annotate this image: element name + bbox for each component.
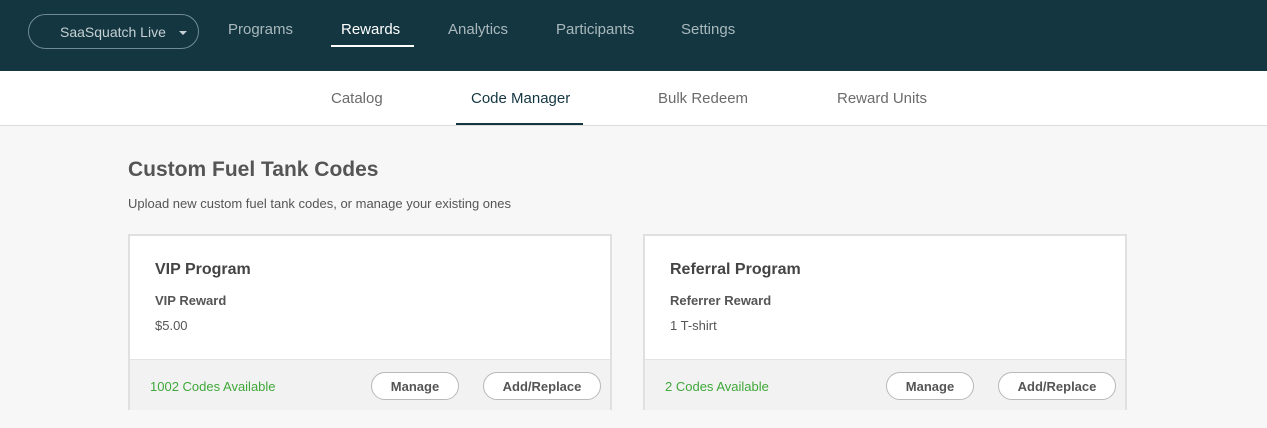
manage-button[interactable]: Manage: [886, 372, 974, 400]
tab-code-manager[interactable]: Code Manager: [471, 90, 570, 107]
tab-catalog[interactable]: Catalog: [331, 90, 383, 107]
card-reward-value: $5.00: [155, 318, 188, 333]
card-footer: 1002 Codes Available Manage Add/Replace: [130, 359, 610, 410]
tab-reward-units[interactable]: Reward Units: [837, 90, 927, 107]
nav-analytics[interactable]: Analytics: [448, 21, 508, 38]
rewards-subnav: Catalog Code Manager Bulk Redeem Reward …: [0, 71, 1267, 126]
tab-active-indicator: [456, 123, 583, 125]
program-card-referral: Referral Program Referrer Reward 1 T-shi…: [643, 234, 1127, 410]
nav-rewards[interactable]: Rewards: [341, 21, 400, 38]
nav-settings[interactable]: Settings: [681, 21, 735, 38]
tenant-selector-label: SaaSquatch Live: [60, 23, 166, 40]
add-replace-button[interactable]: Add/Replace: [483, 372, 601, 400]
card-footer: 2 Codes Available Manage Add/Replace: [645, 359, 1125, 410]
caret-down-icon: [179, 31, 187, 35]
page-subtitle: Upload new custom fuel tank codes, or ma…: [128, 196, 511, 211]
card-program-name: VIP Program: [155, 261, 251, 278]
page-title: Custom Fuel Tank Codes: [128, 158, 379, 181]
card-reward-value: 1 T-shirt: [670, 318, 717, 333]
nav-active-indicator: [331, 45, 414, 47]
codes-available: 1002 Codes Available: [150, 379, 276, 394]
nav-programs[interactable]: Programs: [228, 21, 293, 38]
codes-available: 2 Codes Available: [665, 379, 769, 394]
nav-participants[interactable]: Participants: [556, 21, 634, 38]
tab-bulk-redeem[interactable]: Bulk Redeem: [658, 90, 748, 107]
add-replace-button[interactable]: Add/Replace: [998, 372, 1116, 400]
tenant-selector[interactable]: SaaSquatch Live: [28, 14, 199, 49]
card-program-name: Referral Program: [670, 261, 801, 278]
card-reward-name: VIP Reward: [155, 293, 227, 308]
program-card-vip: VIP Program VIP Reward $5.00 1002 Codes …: [128, 234, 612, 410]
manage-button[interactable]: Manage: [371, 372, 459, 400]
top-navbar: SaaSquatch Live Programs Rewards Analyti…: [0, 0, 1267, 71]
card-reward-name: Referrer Reward: [670, 293, 772, 308]
